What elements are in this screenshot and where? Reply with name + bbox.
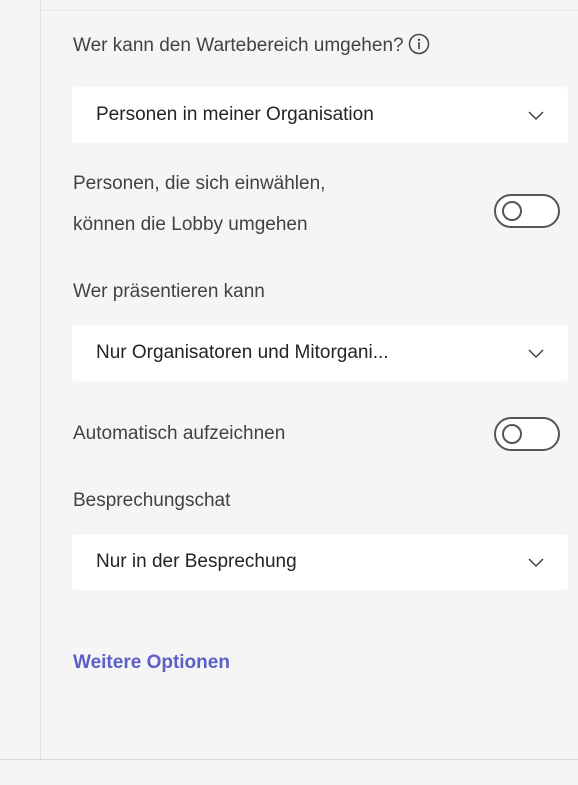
chevron-down-icon	[528, 349, 544, 359]
meeting-options-panel: Wer kann den Wartebereich umgehen? Perso…	[41, 10, 578, 761]
meeting-options-window: Wer kann den Wartebereich umgehen? Perso…	[0, 0, 578, 785]
dial-in-bypass-label-line2: können die Lobby umgehen	[73, 214, 308, 235]
auto-record-toggle[interactable]	[494, 417, 560, 451]
more-options-link[interactable]: Weitere Optionen	[73, 650, 230, 676]
info-icon[interactable]	[408, 33, 430, 55]
dial-in-bypass-label-line1: Personen, die sich einwählen,	[73, 173, 326, 194]
dial-in-bypass-toggle[interactable]	[494, 194, 560, 228]
lobby-bypass-value: Personen in meiner Organisation	[96, 104, 374, 125]
auto-record-label: Automatisch aufzeichnen	[73, 423, 286, 444]
lobby-bypass-label: Wer kann den Wartebereich umgehen?	[73, 35, 404, 56]
toggle-knob	[502, 201, 522, 221]
meeting-chat-label: Besprechungschat	[73, 490, 231, 511]
chevron-down-icon	[528, 111, 544, 121]
meeting-chat-value: Nur in der Besprechung	[96, 551, 297, 572]
left-gutter	[0, 0, 41, 760]
meeting-chat-dropdown[interactable]: Nur in der Besprechung	[72, 534, 568, 590]
presenters-value: Nur Organisatoren und Mitorgani...	[96, 342, 389, 363]
toggle-knob	[502, 424, 522, 444]
bottom-divider	[0, 759, 578, 760]
lobby-bypass-dropdown[interactable]: Personen in meiner Organisation	[72, 87, 568, 143]
lobby-bypass-label-row: Wer kann den Wartebereich umgehen?	[73, 33, 430, 59]
presenters-label: Wer präsentieren kann	[73, 281, 265, 302]
presenters-dropdown[interactable]: Nur Organisatoren und Mitorgani...	[72, 325, 568, 381]
chevron-down-icon	[528, 558, 544, 568]
